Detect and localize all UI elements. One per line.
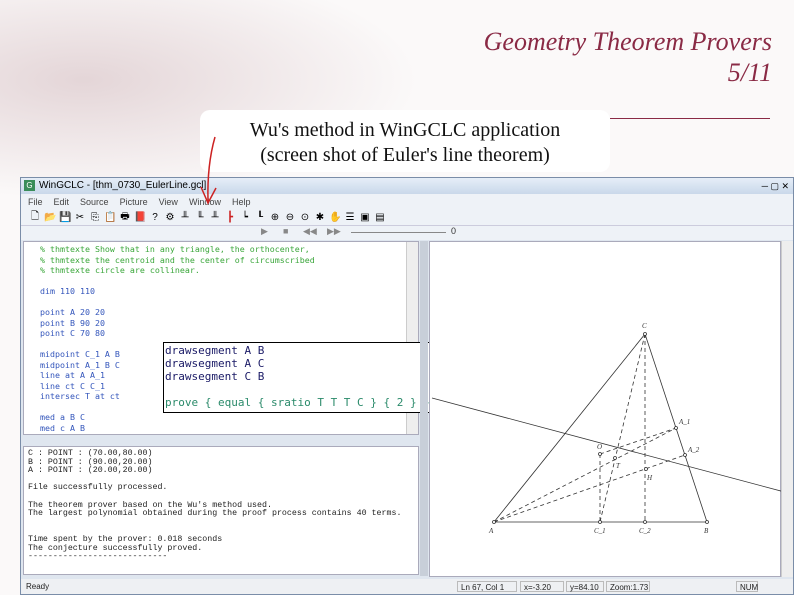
status-ready: Ready: [26, 582, 50, 591]
status-x: x=-3.20: [520, 581, 564, 592]
label-b: B: [704, 527, 709, 535]
figure-canvas[interactable]: A B C C_1 C_2 A_1 A_2 O T H: [429, 241, 793, 577]
pane-splitter[interactable]: [420, 241, 428, 576]
export-icon[interactable]: ▤: [374, 212, 386, 223]
canvas-scrollbar[interactable]: [781, 241, 793, 577]
wingclc-window: G WinGCLC - [thm_0730_EulerLine.gcl] ─ ▢ …: [20, 177, 794, 595]
label-c: C: [642, 322, 647, 330]
overlay-code-line: drawsegment A B: [165, 344, 265, 357]
label-c2: C_2: [639, 527, 651, 535]
watch-icon[interactable]: ✱: [314, 212, 326, 223]
status-bar: Ready Ln 67, Col 1 x=-3.20 y=84.10 Zoom:…: [21, 579, 793, 594]
overlay-code-line: [165, 383, 432, 396]
zoom-in-icon[interactable]: ⊕: [269, 212, 281, 223]
prove-icon[interactable]: ╨: [179, 212, 191, 223]
slide-page-number: 5/11: [727, 58, 772, 87]
title-rule: [610, 118, 770, 119]
output-line: A : POINT : (20.00,20.00): [28, 466, 153, 476]
menu-picture[interactable]: Picture: [119, 197, 149, 207]
callout-line-2: (screen shot of Euler's line theorem): [260, 144, 550, 166]
code-line: point B 90 20: [40, 317, 105, 328]
app-icon: G: [24, 180, 35, 191]
euler-line-figure: A B C C_1 C_2 A_1 A_2 O T H: [431, 322, 793, 535]
open-icon[interactable]: 📂: [44, 212, 56, 223]
forward-icon[interactable]: ▶▶: [327, 226, 341, 237]
code-line: point C 70 80: [40, 328, 105, 338]
label-a1: A_1: [678, 418, 690, 426]
menu-view[interactable]: View: [158, 197, 179, 207]
zoom-out-icon[interactable]: ⊖: [284, 212, 296, 223]
menu-source[interactable]: Source: [79, 197, 110, 207]
tool2-icon[interactable]: ┖: [254, 212, 266, 223]
code-line: med c A B: [40, 422, 85, 433]
toolbar: 🗋 📂 💾 ✂ ⎘ 📋 🖶 📕? ⚙ ╨ ╙ ╨ ┣ ┕ ┖ ⊕ ⊖ ⊙ ✱ ✋ ☰ ▣ ▤: [21, 209, 793, 226]
cut-icon[interactable]: ✂: [74, 212, 86, 223]
overlay-code-line: drawsegment A C: [165, 357, 265, 370]
zoom-fit-icon[interactable]: ⊙: [299, 212, 311, 223]
label-t: T: [616, 462, 621, 470]
code-line: % thmtexte the centroid and the center o…: [40, 254, 315, 265]
callout-line-1: Wu's method in WinGCLC application: [249, 119, 561, 141]
label-o: O: [597, 443, 602, 451]
slide-title: Geometry Theorem Provers 5/11: [484, 26, 772, 88]
label-h: H: [646, 474, 653, 482]
code-zoom-overlay: drawsegment A Bdrawsegment A Cdrawsegmen…: [163, 342, 433, 413]
animation-slider[interactable]: [351, 232, 446, 233]
book-icon[interactable]: 📕: [134, 212, 146, 223]
callout-box: Wu's method in WinGCLC application (scree…: [200, 110, 610, 172]
new-icon[interactable]: 🗋: [29, 209, 41, 226]
prove-wu-icon[interactable]: ╙: [194, 212, 206, 223]
segment-ac: [493, 333, 646, 523]
tool-icon[interactable]: ┕: [239, 212, 251, 223]
code-line: intersec O a c: [40, 433, 418, 434]
status-zoom: Zoom:1.73: [606, 581, 650, 592]
status-y: y=84.10: [566, 581, 604, 592]
stop-icon[interactable]: ■: [283, 226, 288, 236]
menu-bar: File Edit Source Picture View Window Help: [21, 194, 793, 209]
rewind-icon[interactable]: ◀◀: [303, 226, 317, 237]
output-line: File successfully processed.: [28, 483, 168, 493]
picture-icon[interactable]: ▣: [359, 212, 371, 223]
prove-area-icon[interactable]: ╨: [209, 212, 221, 223]
code-line: % thmtexte circle are collinear.: [40, 265, 200, 275]
window-title: WinGCLC - [thm_0730_EulerLine.gcl]: [39, 180, 207, 191]
print-icon[interactable]: 🖶: [119, 209, 131, 226]
menu-edit[interactable]: Edit: [53, 197, 71, 207]
code-line: dim 110 110: [40, 286, 95, 296]
build-icon[interactable]: ⚙: [164, 212, 176, 223]
status-num: NUM: [736, 581, 758, 592]
output-line: The largest polynomial obtained during t…: [28, 509, 402, 519]
slider-value: 0: [451, 226, 457, 236]
menu-file[interactable]: File: [27, 197, 44, 207]
overlay-code-line: drawsegment C B: [165, 370, 265, 383]
status-line-col: Ln 67, Col 1: [457, 581, 517, 592]
code-line: point A 20 20: [40, 307, 105, 317]
save-icon[interactable]: 💾: [59, 212, 71, 223]
hand-icon[interactable]: ✋: [329, 212, 341, 223]
window-controls[interactable]: ─ ▢ ✕: [762, 178, 789, 194]
list-icon[interactable]: ☰: [344, 212, 356, 223]
output-log: C : POINT : (70.00,80.00) B : POINT : (90…: [23, 446, 419, 575]
label-c1: C_1: [594, 527, 606, 535]
help-icon[interactable]: ?: [149, 212, 161, 223]
output-line: ----------------------------: [28, 552, 168, 562]
menu-help[interactable]: Help: [231, 197, 252, 207]
code-line: med a B C: [40, 412, 85, 422]
code-line: % thmtexte Show that in any triangle, th…: [40, 244, 310, 254]
slide-title-text: Geometry Theorem Provers: [483, 27, 772, 56]
copy-icon[interactable]: ⎘: [89, 212, 101, 223]
label-a: A: [488, 527, 494, 535]
paste-icon[interactable]: 📋: [104, 212, 116, 223]
overlay-code-line: prove { equal { sratio T T T C } { 2 } }: [165, 396, 430, 409]
red-arrow-icon: [200, 136, 217, 205]
animation-toolbar: ▶ ■ ◀◀ ▶▶ 0: [21, 226, 793, 240]
title-bar: G WinGCLC - [thm_0730_EulerLine.gcl] ─ ▢ …: [21, 178, 793, 194]
euler-line: [431, 397, 793, 495]
play-icon[interactable]: ▶: [261, 226, 268, 237]
label-a2: A_2: [687, 446, 700, 454]
prove-grobner-icon[interactable]: ┣: [224, 212, 236, 223]
